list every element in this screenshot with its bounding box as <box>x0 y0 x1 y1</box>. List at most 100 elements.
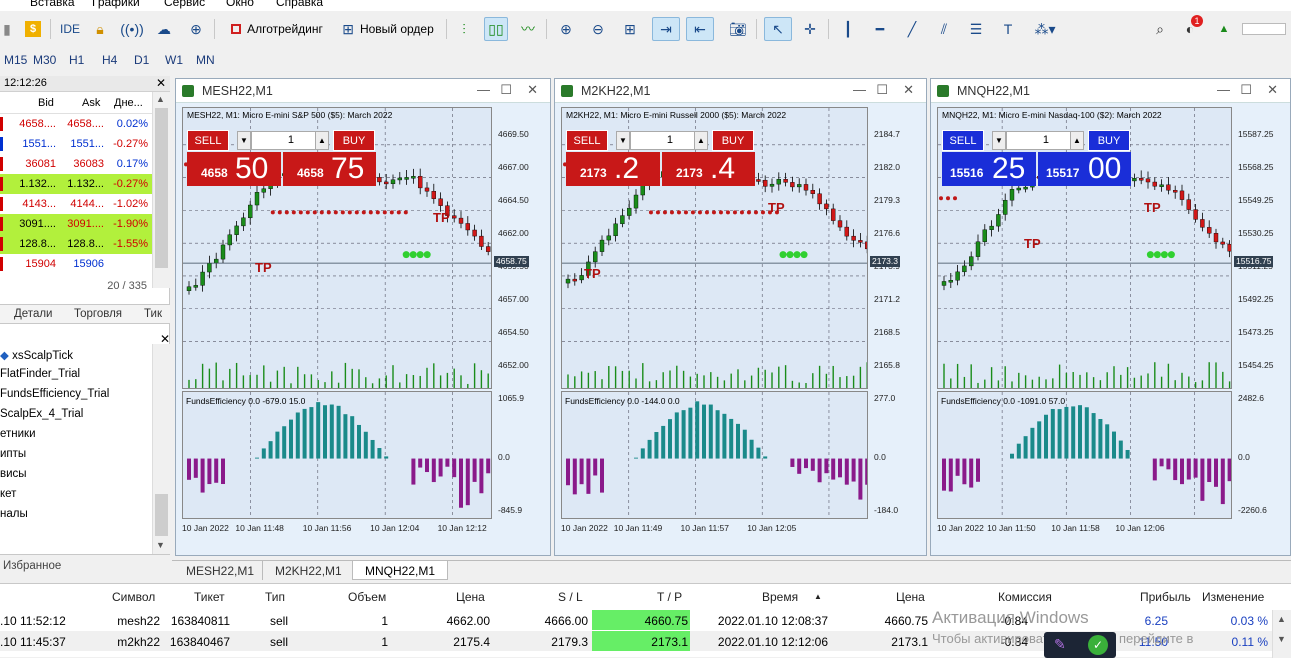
funds-efficiency-indicator[interactable]: FundsEfficiency 0.0 -679.0 15.0 <box>182 391 492 519</box>
menu-insert[interactable]: Вставка <box>30 0 75 9</box>
market-watch-row[interactable]: 15904 15906 <box>0 254 152 274</box>
close-icon[interactable]: ✕ <box>156 76 166 90</box>
market-watch-row[interactable]: 1.132... 1.132... -0.27% <box>0 174 152 194</box>
chart-tab-mnqh22[interactable]: MNQH22,M1 <box>352 561 449 580</box>
buy-button[interactable]: BUY <box>712 130 754 151</box>
nav-item-xsscalptick[interactable]: ◆ xsScalpTick <box>0 348 73 368</box>
cloud-icon[interactable]: ☁ <box>152 17 176 41</box>
lot-increase-button[interactable]: ▲ <box>315 131 329 150</box>
chart-window-titlebar[interactable]: M2KH22,M1 — ☐ ✕ <box>555 79 926 103</box>
nav-item-scalpex[interactable]: ScalpEx_4_Trial <box>0 408 83 428</box>
lot-decrease-button[interactable]: ▼ <box>616 131 630 150</box>
sell-button[interactable]: SELL <box>942 130 984 151</box>
minimize-icon[interactable]: — <box>1217 82 1230 97</box>
nav-item-market[interactable]: кет <box>0 488 16 508</box>
tf-d1[interactable]: D1 <box>134 53 149 67</box>
trade-column-header[interactable]: S / L <box>558 590 583 604</box>
sell-price-box[interactable]: 4658 50 <box>187 152 281 186</box>
col-ask[interactable]: Ask <box>82 97 100 109</box>
navigator-scrollbar[interactable]: ▼ <box>152 344 170 554</box>
tf-m15[interactable]: M15 <box>4 53 27 67</box>
tf-mn[interactable]: MN <box>196 53 215 67</box>
lot-increase-button[interactable]: ▲ <box>694 131 708 150</box>
menu-window[interactable]: Окно <box>226 0 254 9</box>
signal-icon[interactable]: ((•)) <box>120 17 144 41</box>
tab-details[interactable]: Детали <box>14 308 52 320</box>
close-icon[interactable]: ✕ <box>1267 82 1278 98</box>
buy-button[interactable]: BUY <box>333 130 375 151</box>
nav-item-experts[interactable]: етники <box>0 428 36 448</box>
vertical-line-icon[interactable]: ┃ <box>836 17 860 41</box>
trade-column-header[interactable]: T / P <box>657 590 682 604</box>
bar-chart-icon[interactable]: ⫶ <box>452 17 476 41</box>
screenshot-icon[interactable]: 📷︎ <box>726 17 750 41</box>
trade-column-header[interactable]: Изменение <box>1202 590 1264 604</box>
price-chart[interactable]: MNQH22, M1: Micro E-mini Nasdaq-100 ($2)… <box>937 107 1232 389</box>
trade-column-header[interactable]: Комиссия <box>998 590 1052 604</box>
buy-price-box[interactable]: 4658 75 <box>283 152 376 186</box>
trade-column-header[interactable]: Тип <box>265 590 285 604</box>
tf-m30[interactable]: M30 <box>33 53 56 67</box>
channel-icon[interactable]: ⫽ <box>932 17 956 41</box>
new-order-button[interactable]: ⊞ Новый ордер <box>336 17 440 41</box>
fibonacci-icon[interactable]: ☰ <box>964 17 988 41</box>
col-change[interactable]: Дне... <box>114 97 143 109</box>
buy-button[interactable]: BUY <box>1088 130 1130 151</box>
sell-price-box[interactable]: 15516 25 <box>942 152 1036 186</box>
zoom-out-icon[interactable]: ⊖ <box>586 17 610 41</box>
sell-price-box[interactable]: 2173 .2 <box>566 152 660 186</box>
candle-chart-icon[interactable]: ▯▯ <box>484 17 508 41</box>
market-watch-row[interactable]: 4143... 4144... -1.02% <box>0 194 152 214</box>
lot-decrease-button[interactable]: ▼ <box>992 131 1006 150</box>
trade-column-header[interactable]: Тикет <box>194 590 225 604</box>
col-bid[interactable]: Bid <box>38 97 54 109</box>
market-watch-row[interactable]: 1551... 1551... -0.27% <box>0 134 152 154</box>
tab-favorites[interactable]: Избранное <box>0 554 170 576</box>
trade-column-header[interactable]: Цена <box>896 590 925 604</box>
nav-item-fundsefficiency[interactable]: FundsEfficiency_Trial <box>0 388 109 408</box>
dollar-icon[interactable]: $ <box>22 17 44 41</box>
toolbar-search-input[interactable] <box>1242 23 1286 35</box>
minimize-icon[interactable]: — <box>853 82 866 97</box>
buy-price-box[interactable]: 2173 .4 <box>662 152 755 186</box>
chart-window-titlebar[interactable]: MNQH22,M1 — ☐ ✕ <box>931 79 1290 103</box>
market-watch-scrollbar[interactable]: ▲ <box>152 92 170 288</box>
maximize-icon[interactable]: ☐ <box>876 82 888 98</box>
menu-charts[interactable]: Графики <box>92 0 140 9</box>
lock-icon[interactable]: 🔒︎ <box>88 17 112 41</box>
nav-item-signals[interactable]: налы <box>0 508 28 528</box>
search-icon[interactable]: ⌕ <box>1148 17 1172 41</box>
nav-item-scripts[interactable]: ипты <box>0 448 26 468</box>
lot-size-input[interactable]: 1 <box>1006 131 1072 150</box>
buy-price-box[interactable]: 15517 00 <box>1038 152 1131 186</box>
tf-h4[interactable]: H4 <box>102 53 117 67</box>
market-watch-row[interactable]: 3091.... 3091.... -1.90% <box>0 214 152 234</box>
sell-button[interactable]: SELL <box>566 130 608 151</box>
level-icon[interactable]: ▲ <box>1212 17 1236 41</box>
terminal-scrollbar[interactable]: ▲ ▼ <box>1272 610 1291 658</box>
price-chart[interactable]: M2KH22, M1: Micro E-mini Russell 2000 ($… <box>561 107 868 389</box>
lot-size-input[interactable]: 1 <box>630 131 696 150</box>
crosshair-icon[interactable]: ✛ <box>798 17 822 41</box>
navigator-scrollbar-thumb[interactable] <box>155 494 168 536</box>
funds-efficiency-indicator[interactable]: FundsEfficiency 0.0 -144.0 0.0 <box>561 391 868 519</box>
menu-help[interactable]: Справка <box>276 0 323 9</box>
ide-button[interactable]: IDE <box>56 17 84 41</box>
trade-column-header[interactable]: Прибыль <box>1140 590 1191 604</box>
close-icon[interactable]: ✕ <box>903 82 914 98</box>
terminal-scroll-down-icon[interactable]: ▼ <box>1277 634 1286 644</box>
menu-tools[interactable]: Сервис <box>164 0 205 9</box>
sell-button[interactable]: SELL <box>187 130 229 151</box>
notifications-icon[interactable]: ◐ 1 <box>1178 15 1203 41</box>
chart-window-titlebar[interactable]: MESH22,M1 — ☐ ✕ <box>176 79 550 103</box>
tf-w1[interactable]: W1 <box>165 53 183 67</box>
minimize-icon[interactable]: — <box>477 82 490 97</box>
scrollbar-thumb[interactable] <box>155 108 168 268</box>
maximize-icon[interactable]: ☐ <box>1240 82 1252 98</box>
horizontal-line-icon[interactable]: ━ <box>868 17 892 41</box>
price-chart[interactable]: MESH22, M1: Micro E-mini S&P 500 ($5): M… <box>182 107 492 389</box>
market-watch-row[interactable]: 4658.... 4658.... 0.02% <box>0 114 152 134</box>
market-watch-row[interactable]: 128.8... 128.8... -1.55% <box>0 234 152 254</box>
text-icon[interactable]: T <box>996 17 1020 41</box>
zoom-in-icon[interactable]: ⊕ <box>554 17 578 41</box>
